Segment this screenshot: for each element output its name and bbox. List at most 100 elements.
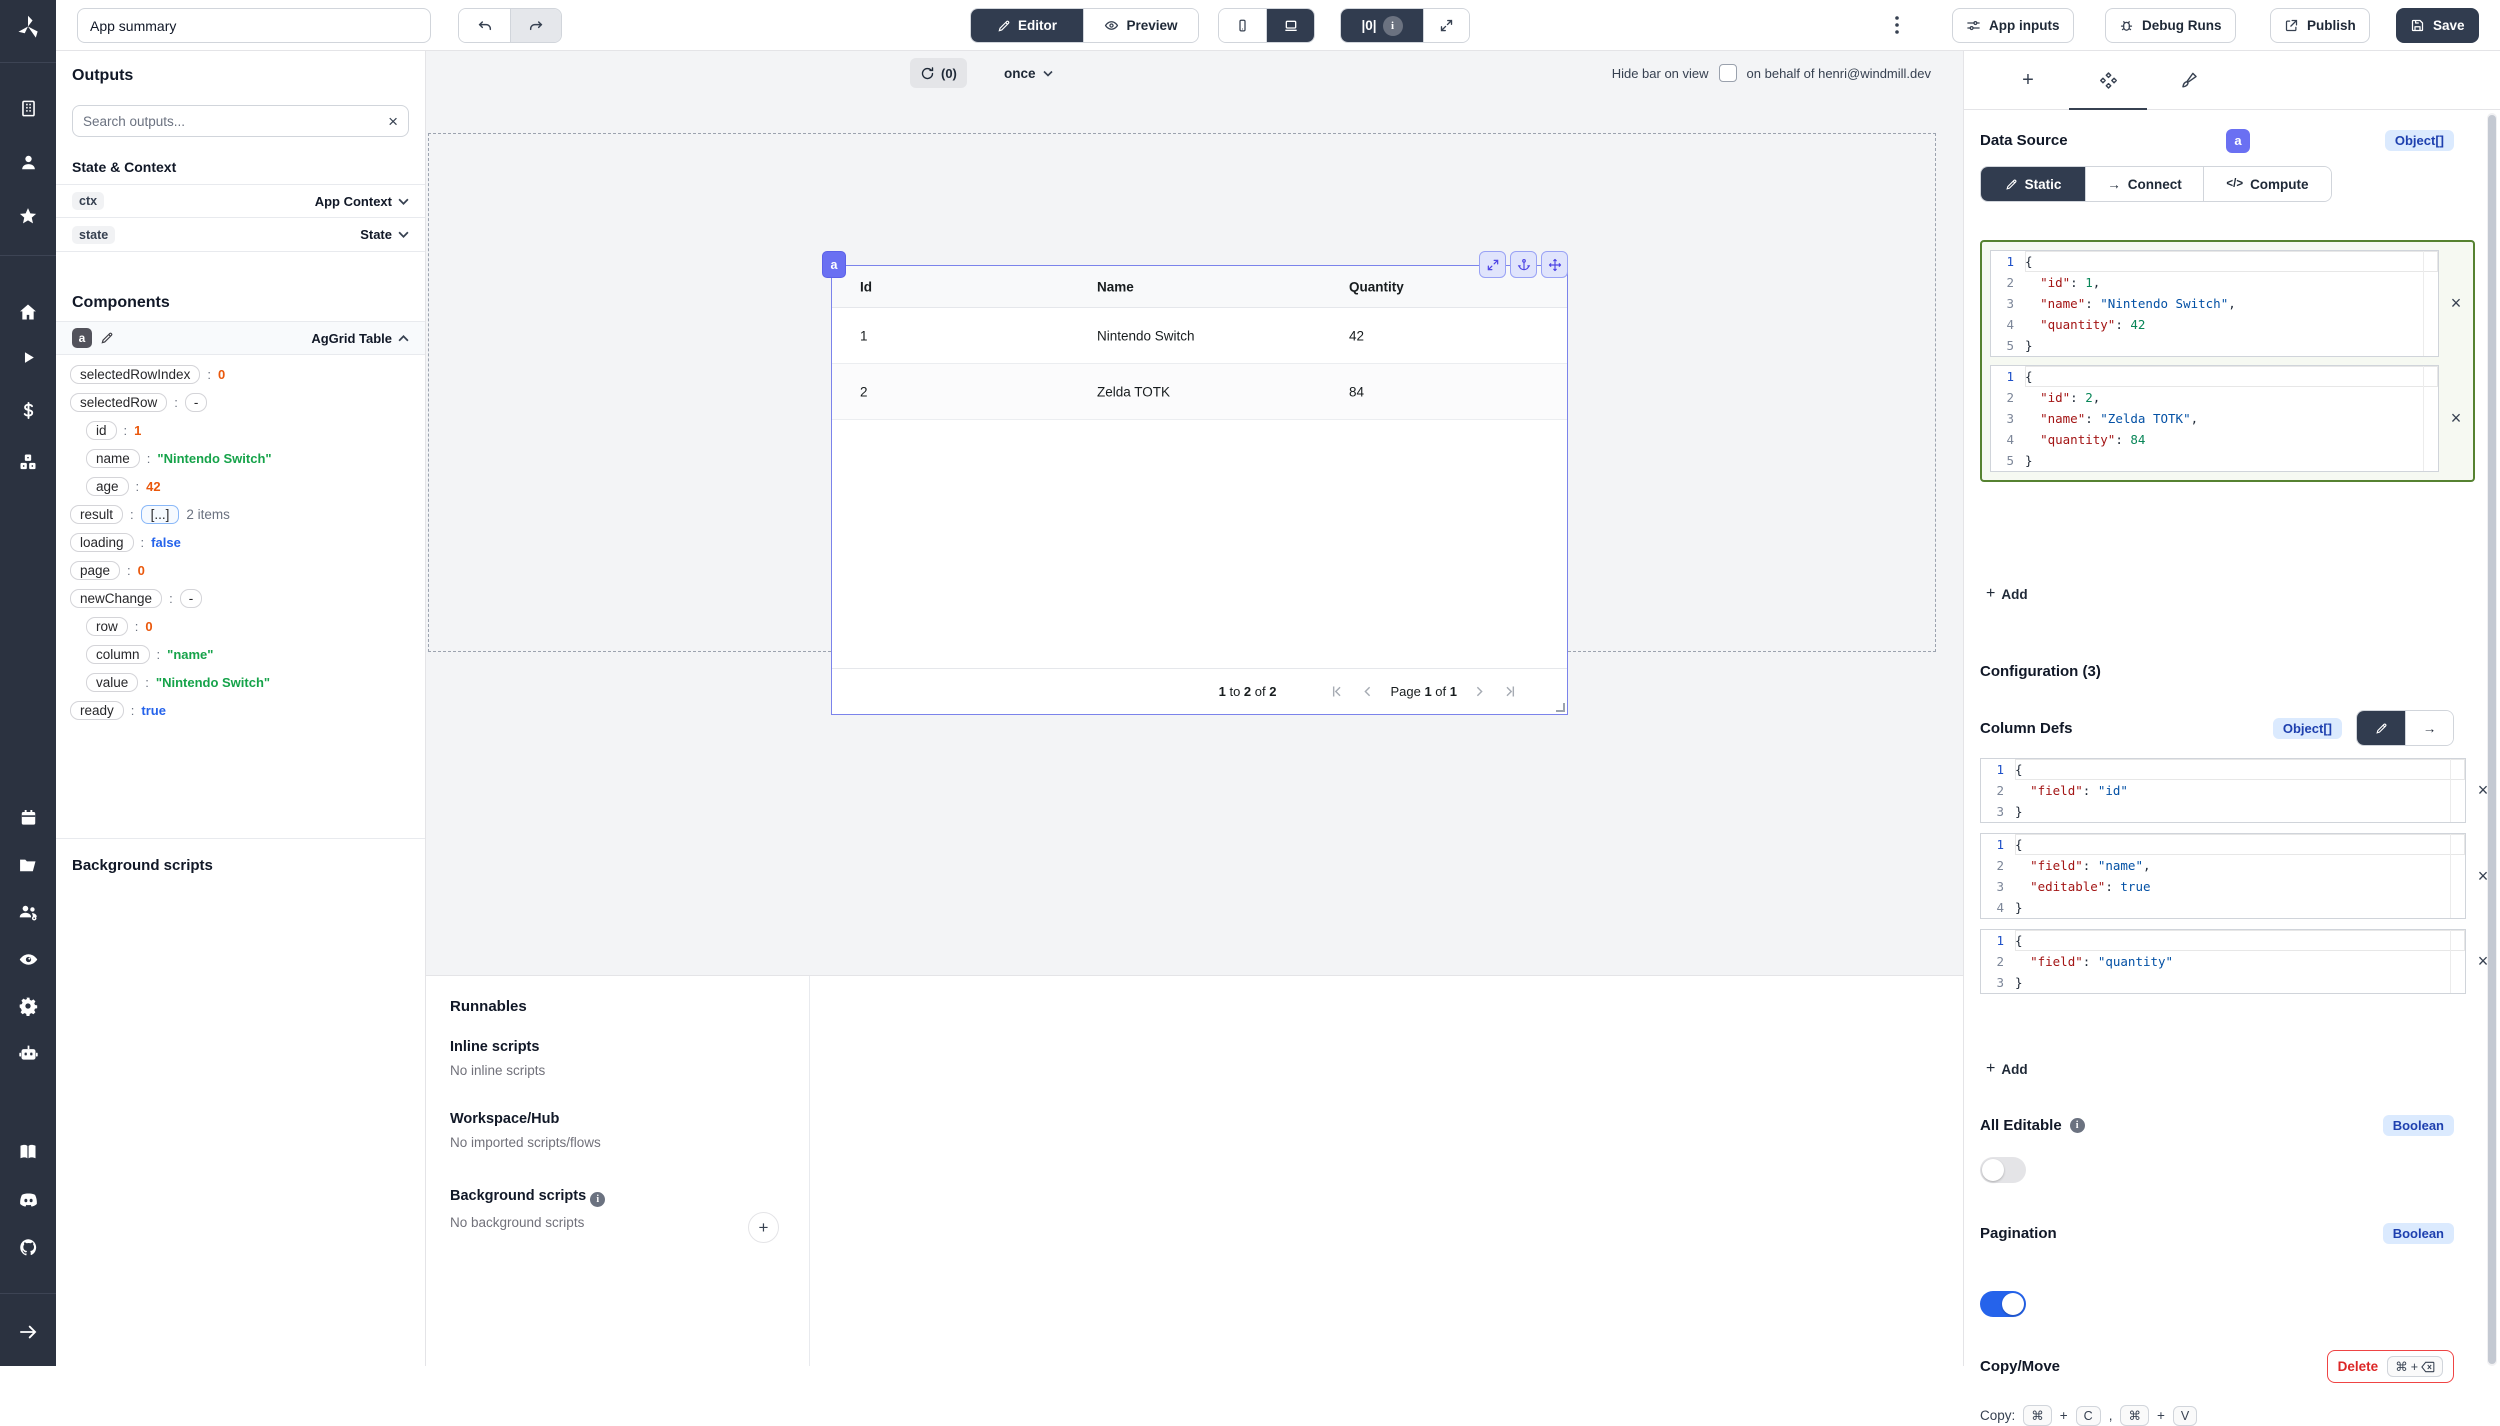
json-editor-row: 1{2 "field": "quantity"3}× — [1980, 929, 2500, 994]
output-value-pill[interactable]: - — [180, 589, 203, 608]
output-key-pill[interactable]: loading — [70, 533, 134, 552]
all-editable-toggle[interactable] — [1980, 1157, 2026, 1183]
gear-icon[interactable] — [0, 994, 56, 1018]
folder-icon[interactable] — [0, 853, 56, 877]
app-canvas[interactable]: (0) once Hide bar on view on behalf of h… — [426, 51, 1963, 1366]
output-key-pill[interactable]: page — [70, 561, 120, 580]
add-column-button[interactable]: +Add — [1986, 1060, 2028, 1078]
json-editor-coldef-0[interactable]: 1{2 "field": "id"3} — [1980, 758, 2466, 823]
compute-tab[interactable]: </> Compute — [2203, 167, 2331, 201]
connect-mode-button[interactable]: → — [2405, 711, 2453, 745]
search-outputs-input[interactable] — [83, 114, 388, 129]
json-editor-data-1[interactable]: 1{2 "id": 2,3 "name": "Zelda TOTK",4 "qu… — [1990, 365, 2439, 472]
delete-entry-icon[interactable]: × — [2439, 293, 2473, 314]
schedule-dropdown[interactable]: once — [1004, 58, 1053, 88]
move-component-icon[interactable] — [1541, 251, 1568, 278]
delete-entry-icon[interactable]: × — [2439, 408, 2473, 429]
state-row[interactable]: state State — [56, 218, 425, 252]
outputs-indicator-button[interactable]: |0| i — [1341, 9, 1423, 42]
c-key: C — [2076, 1406, 2101, 1426]
redo-button[interactable] — [510, 9, 561, 42]
cmd-key: ⌘ — [2120, 1405, 2149, 1426]
pagination-toggle[interactable] — [1980, 1291, 2026, 1317]
output-key-pill[interactable]: column — [86, 645, 150, 664]
output-key-pill[interactable]: selectedRow — [70, 393, 167, 412]
table-row[interactable]: 2 Zelda TOTK 84 — [832, 364, 1567, 420]
output-key-pill[interactable]: value — [86, 673, 138, 692]
component-badge[interactable]: a — [822, 251, 846, 278]
output-value-pill[interactable]: - — [185, 393, 208, 412]
hide-bar-checkbox[interactable] — [1719, 64, 1737, 82]
anchor-component-icon[interactable] — [1510, 251, 1537, 278]
discord-icon[interactable] — [0, 1188, 56, 1212]
copy-move-title: Copy/Move — [1980, 1358, 2060, 1375]
arrow-right-icon[interactable] — [0, 1320, 56, 1344]
grid-drop-zone[interactable]: a Id Name Quantity 1 Nintendo Switch — [428, 133, 1936, 652]
book-icon[interactable] — [0, 1140, 56, 1164]
last-page-icon[interactable] — [1502, 683, 1519, 700]
app-inputs-button[interactable]: App inputs — [1952, 8, 2074, 43]
styling-tab[interactable] — [2148, 51, 2228, 109]
save-button[interactable]: Save — [2396, 8, 2479, 43]
output-value-pill[interactable]: [...] — [141, 505, 180, 524]
static-tab[interactable]: Static — [1981, 167, 2085, 201]
json-editor-coldef-1[interactable]: 1{2 "field": "name",3 "editable": true4} — [1980, 833, 2466, 919]
output-key-pill[interactable]: row — [86, 617, 128, 636]
output-key-pill[interactable]: age — [86, 477, 129, 496]
expand-component-icon[interactable] — [1479, 251, 1506, 278]
output-key-pill[interactable]: id — [86, 421, 117, 440]
output-key-pill[interactable]: newChange — [70, 589, 162, 608]
clear-search-icon[interactable]: × — [388, 113, 398, 130]
refresh-button[interactable]: (0) — [910, 58, 967, 88]
edit-id-icon[interactable] — [100, 331, 114, 345]
debug-runs-button[interactable]: Debug Runs — [2105, 8, 2236, 43]
mobile-view-button[interactable] — [1219, 9, 1266, 42]
add-background-script-button[interactable]: + — [748, 1212, 779, 1243]
ctx-row[interactable]: ctx App Context — [56, 184, 425, 218]
next-page-icon[interactable] — [1471, 683, 1488, 700]
play-icon[interactable] — [0, 345, 56, 369]
json-editor-data-0[interactable]: 1{2 "id": 1,3 "name": "Nintendo Switch",… — [1990, 250, 2439, 357]
scrollbar[interactable] — [2487, 113, 2497, 1366]
fullscreen-button[interactable] — [1423, 9, 1469, 42]
preview-tab[interactable]: Preview — [1083, 9, 1198, 42]
table-row[interactable]: 1 Nintendo Switch 42 — [832, 308, 1567, 364]
desktop-view-button[interactable] — [1266, 9, 1314, 42]
aggrid-table-component[interactable]: a Id Name Quantity 1 Nintendo Switch — [831, 265, 1568, 715]
star-icon[interactable] — [0, 204, 56, 228]
component-settings-tab[interactable] — [2068, 51, 2148, 109]
add-row-button[interactable]: +Add — [1986, 585, 2028, 603]
robot-icon[interactable] — [0, 1041, 56, 1065]
output-key-pill[interactable]: result — [70, 505, 123, 524]
home-icon[interactable] — [0, 300, 56, 324]
kebab-menu[interactable] — [1888, 15, 1906, 35]
json-editor-coldef-2[interactable]: 1{2 "field": "quantity"3} — [1980, 929, 2466, 994]
github-icon[interactable] — [0, 1235, 56, 1259]
publish-button[interactable]: Publish — [2270, 8, 2370, 43]
user-icon[interactable] — [0, 150, 56, 174]
app-summary-input[interactable] — [77, 8, 431, 43]
connect-tab[interactable]: → Connect — [2085, 167, 2203, 201]
calendar-icon[interactable] — [0, 805, 56, 829]
delete-component-button[interactable]: Delete ⌘+ — [2327, 1350, 2454, 1383]
insert-component-tab[interactable]: + — [1988, 51, 2068, 109]
resize-handle[interactable] — [1556, 703, 1565, 712]
dollar-icon[interactable] — [0, 398, 56, 422]
component-header-row[interactable]: a AgGrid Table — [56, 321, 425, 355]
eye-icon[interactable] — [0, 947, 56, 971]
windmill-logo[interactable] — [0, 0, 56, 51]
cmd-key: ⌘ — [2023, 1405, 2052, 1426]
user-group-icon[interactable] — [0, 900, 56, 924]
cubes-icon[interactable] — [0, 450, 56, 474]
component-id-badge[interactable]: a — [72, 328, 92, 348]
first-page-icon[interactable] — [1328, 683, 1345, 700]
output-row-value: value:"Nintendo Switch" — [86, 673, 411, 692]
edit-mode-button[interactable] — [2357, 711, 2405, 745]
editor-tab[interactable]: Editor — [971, 9, 1083, 42]
undo-button[interactable] — [459, 9, 510, 42]
output-key-pill[interactable]: ready — [70, 701, 124, 720]
building-icon[interactable] — [0, 96, 56, 120]
output-key-pill[interactable]: name — [86, 449, 140, 468]
prev-page-icon[interactable] — [1359, 683, 1376, 700]
output-key-pill[interactable]: selectedRowIndex — [70, 365, 200, 384]
